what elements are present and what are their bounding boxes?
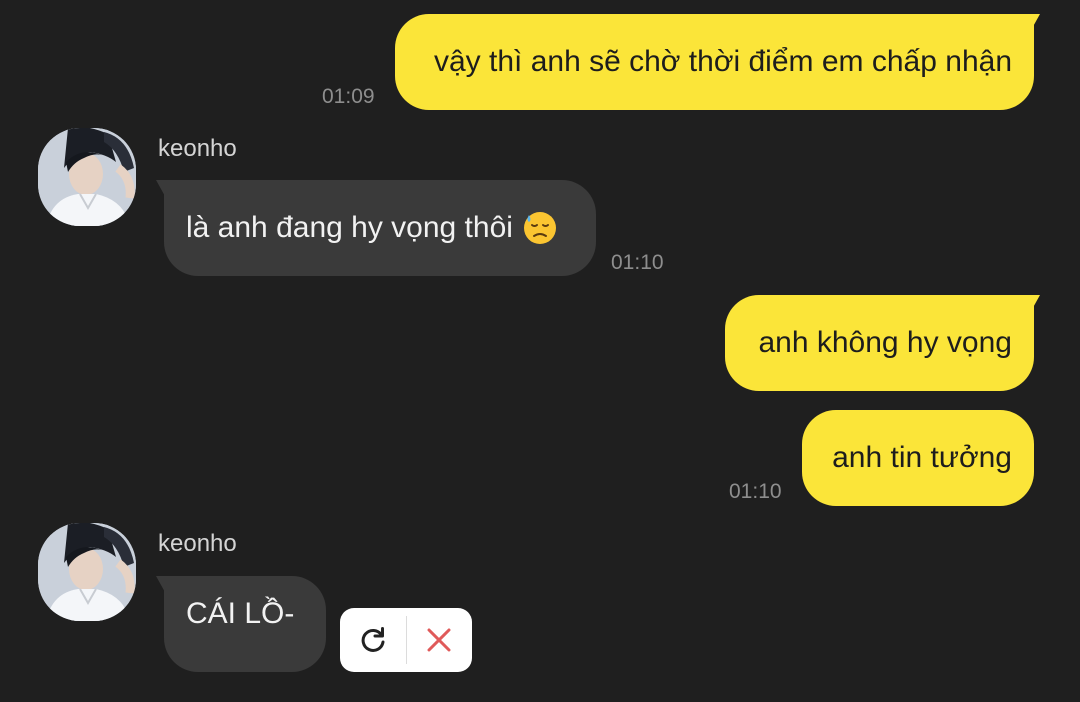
close-icon xyxy=(427,628,451,652)
delete-button[interactable] xyxy=(407,608,473,672)
message-text: là anh đang hy vọng thôi xyxy=(186,211,513,244)
avatar[interactable] xyxy=(38,523,136,621)
bubble-tail xyxy=(1030,14,1040,32)
message-timestamp: 01:10 xyxy=(611,251,664,274)
avatar[interactable] xyxy=(38,128,136,226)
failed-message-actions xyxy=(340,608,472,672)
avatar-image xyxy=(38,523,136,621)
message-timestamp: 01:09 xyxy=(322,85,375,108)
message-timestamp: 01:10 xyxy=(729,480,782,503)
outgoing-message-bubble[interactable]: vậy thì anh sẽ chờ thời điểm em chấp nhậ… xyxy=(395,14,1034,110)
retry-icon xyxy=(361,627,385,652)
outgoing-message-bubble[interactable]: anh không hy vọng xyxy=(725,295,1034,391)
sender-name: keonho xyxy=(158,530,237,557)
message-text: anh tin tưởng xyxy=(832,441,1012,474)
bubble-tail xyxy=(1030,295,1040,313)
avatar-image xyxy=(38,128,136,226)
sender-name: keonho xyxy=(158,135,237,162)
message-text: anh không hy vọng xyxy=(758,326,1012,359)
incoming-message-bubble[interactable]: CÁI LỒ- xyxy=(164,576,326,672)
message-text: CÁI LỒ- xyxy=(186,597,295,630)
retry-button[interactable] xyxy=(340,608,406,672)
outgoing-message-bubble[interactable]: anh tin tưởng xyxy=(802,410,1034,506)
downcast-face-with-sweat-icon xyxy=(523,211,557,245)
message-text: vậy thì anh sẽ chờ thời điểm em chấp nhậ… xyxy=(434,45,1012,78)
incoming-message-bubble[interactable]: là anh đang hy vọng thôi xyxy=(164,180,596,276)
